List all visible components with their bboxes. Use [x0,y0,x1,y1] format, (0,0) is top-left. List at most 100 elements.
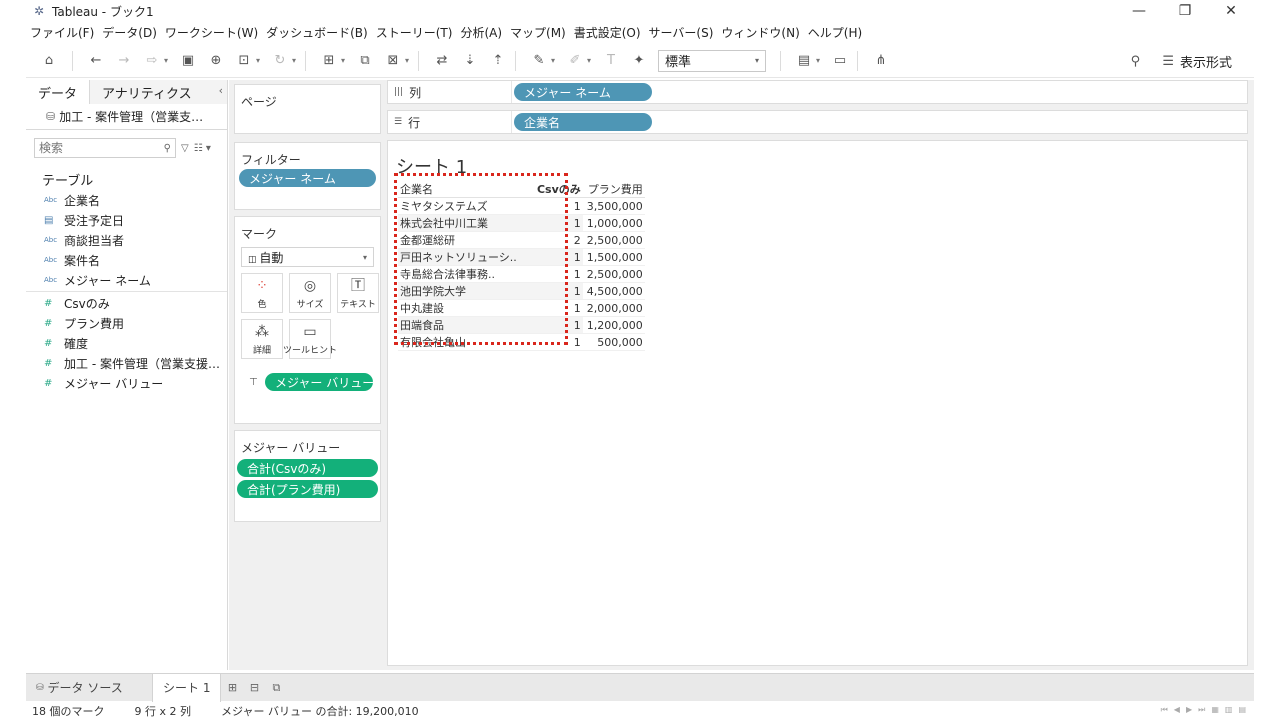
table-row[interactable]: ミヤタシステムズ 1 3,500,000 [398,197,645,215]
grid-view-icon[interactable]: ▦ [1211,705,1219,715]
new-story-icon[interactable]: ⧉ [265,674,287,702]
mark-type-select[interactable]: ◫ 自動 ▾ [241,247,374,267]
sort-ascending-icon[interactable]: ⇣ [459,50,481,72]
show-cards-icon[interactable]: ▤ [793,50,815,72]
menu-server[interactable]: サーバー(S) [649,24,714,41]
first-sheet-icon[interactable]: ⏮ [1161,705,1168,715]
detail-button[interactable]: ⁂ 詳細 [241,319,283,359]
show-cards-dropdown-icon[interactable]: ▾ [813,56,823,65]
filter-icon[interactable]: ▽ [181,143,189,154]
fit-select[interactable]: 標準 ▾ [658,49,766,72]
menu-worksheet[interactable]: ワークシート(W) [165,24,258,41]
pause-updates-icon[interactable]: ⊡ [233,50,255,72]
measure-pill-plan-cost[interactable]: 合計(プラン費用) [237,480,378,498]
filter-pill[interactable]: メジャー ネーム [239,169,376,187]
field-item[interactable]: # 確度 [26,333,227,353]
field-item[interactable]: ▤ 受注予定日 [26,210,227,230]
list-view-icon[interactable]: ▤ [1238,705,1246,715]
menu-map[interactable]: マップ(M) [510,24,566,41]
field-item[interactable]: # メジャー バリュー [26,373,227,393]
replay-dropdown-icon[interactable]: ▾ [161,56,171,65]
new-datasource-icon[interactable]: ⊕ [205,50,227,72]
undo-icon[interactable]: ← [85,50,107,72]
refresh-icon[interactable]: ↻ [269,50,291,72]
prev-sheet-icon[interactable]: ◀ [1174,705,1180,715]
tab-sheet-1[interactable]: シート 1 [152,673,222,702]
tab-analytics[interactable]: アナリティクス [90,80,227,104]
fix-axes-icon[interactable]: ✦ [628,50,650,72]
columns-pill[interactable]: メジャー ネーム [514,83,652,101]
size-button[interactable]: ◎ サイズ [289,273,331,313]
rows-pill[interactable]: 企業名 [514,113,652,131]
presentation-mode-icon[interactable]: ▭ [829,50,851,72]
field-item[interactable]: Abc 企業名 [26,190,227,210]
new-worksheet-icon[interactable]: ⊞ [221,674,243,702]
sort-descending-icon[interactable]: ⇡ [487,50,509,72]
menu-analysis[interactable]: 分析(A) [460,24,502,41]
highlight-icon[interactable]: ✎ [528,50,550,72]
table-row[interactable]: 戸田ネットソリューシ.. 1 1,500,000 [398,248,645,266]
header-company[interactable]: 企業名 [398,181,519,198]
labels-icon[interactable]: T [600,50,622,72]
search-input[interactable] [39,141,149,155]
filters-card[interactable]: フィルター メジャー ネーム [234,142,381,210]
save-icon[interactable]: ▣ [177,50,199,72]
table-row[interactable]: 金都運総研 2 2,500,000 [398,231,645,249]
table-row[interactable]: 有限会社亀山 1 500,000 [398,333,645,351]
header-csv-only[interactable]: Csvのみ [518,181,583,198]
menu-story[interactable]: ストーリー(T) [376,24,453,41]
measure-values-marks-pill[interactable]: メジャー バリュー [265,373,373,391]
share-icon[interactable]: ⋔ [870,50,892,72]
field-item[interactable]: Abc 商談担当者 [26,230,227,250]
duplicate-sheet-icon[interactable]: ⧉ [354,50,376,72]
group-icon[interactable]: ✐ [564,50,586,72]
collapse-pane-icon[interactable]: ‹ [219,84,223,97]
replay-icon[interactable]: ⇨ [141,50,163,72]
table-row[interactable]: 寺島総合法律事務.. 1 2,500,000 [398,265,645,283]
minimize-button[interactable]: — [1116,0,1162,22]
menu-help[interactable]: ヘルプ(H) [808,24,862,41]
pause-dropdown-icon[interactable]: ▾ [253,56,263,65]
columns-shelf[interactable]: ||| 列 メジャー ネーム [387,80,1248,104]
table-row[interactable]: 池田学院大学 1 4,500,000 [398,282,645,300]
filmstrip-view-icon[interactable]: ▥ [1225,705,1233,715]
new-dashboard-icon[interactable]: ⊟ [243,674,265,702]
close-button[interactable]: ✕ [1208,0,1254,22]
pin-icon[interactable]: ⚲ [1124,50,1146,72]
new-worksheet-icon[interactable]: ⊞ [318,50,340,72]
menu-window[interactable]: ウィンドウ(N) [721,24,799,41]
group-dropdown-icon[interactable]: ▾ [584,56,594,65]
color-button[interactable]: ⁘ 色 [241,273,283,313]
swap-rows-columns-icon[interactable]: ⇄ [431,50,453,72]
datasource-item[interactable]: ⛁ 加工 - 案件管理（営業支… [26,104,227,130]
field-item[interactable]: # 加工 - 案件管理（営業支援… [26,353,227,373]
table-row[interactable]: 田端食品 1 1,200,000 [398,316,645,334]
new-worksheet-dropdown-icon[interactable]: ▾ [338,56,348,65]
refresh-dropdown-icon[interactable]: ▾ [289,56,299,65]
field-item[interactable]: # Csvのみ [26,293,227,313]
field-item[interactable]: Abc 案件名 [26,250,227,270]
menu-dashboard[interactable]: ダッシュボード(B) [266,24,368,41]
tab-datasource[interactable]: ⛁ データ ソース [26,674,152,702]
menu-format[interactable]: 書式設定(O) [574,24,641,41]
measure-pill-csv[interactable]: 合計(Csvのみ) [237,459,378,477]
next-sheet-icon[interactable]: ▶ [1186,705,1192,715]
last-sheet-icon[interactable]: ⏭ [1198,705,1205,715]
show-me-button[interactable]: ☰ 表示形式 [1162,52,1232,71]
menu-data[interactable]: データ(D) [102,24,157,41]
pages-card[interactable]: ページ [234,84,381,134]
tooltip-button[interactable]: ▭ ツールヒント [283,319,337,359]
table-row[interactable]: 株式会社中川工業 1 1,000,000 [398,214,645,232]
field-item[interactable]: # プラン費用 [26,313,227,333]
redo-icon[interactable]: → [113,50,135,72]
clear-dropdown-icon[interactable]: ▾ [402,56,412,65]
highlight-dropdown-icon[interactable]: ▾ [548,56,558,65]
home-icon[interactable]: ⌂ [38,50,60,72]
view-options-icon[interactable]: ☷ ▾ [194,143,211,154]
menu-file[interactable]: ファイル(F) [30,24,94,41]
text-button[interactable]: 🅃 テキスト [337,273,379,313]
clear-sheet-icon[interactable]: ⊠ [382,50,404,72]
header-plan-cost[interactable]: プラン費用 [582,181,645,198]
table-row[interactable]: 中丸建設 1 2,000,000 [398,299,645,317]
field-search-box[interactable]: ⚲ [34,138,176,158]
